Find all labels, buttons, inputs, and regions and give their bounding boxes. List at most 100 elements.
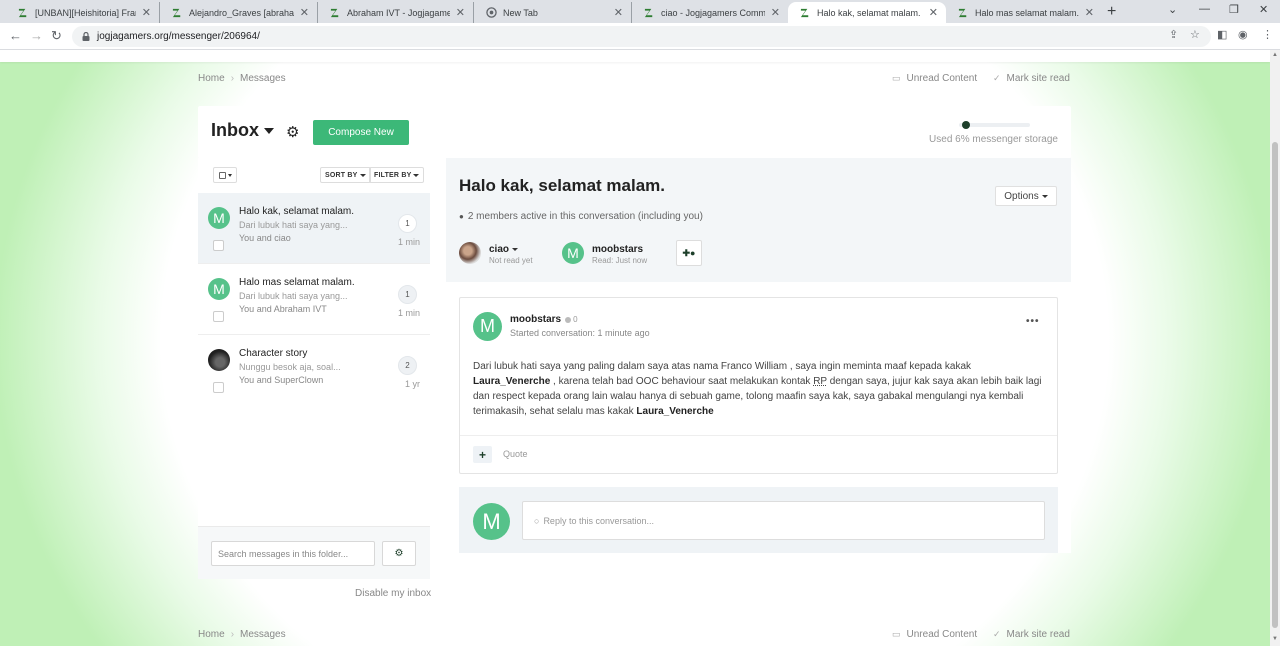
share-icon[interactable]: ⇪ [1169, 28, 1178, 41]
conversation-checkbox[interactable] [213, 382, 224, 393]
storage-usage-text: Used 6% messenger storage [929, 134, 1058, 145]
scroll-up-icon[interactable]: ▲ [1272, 52, 1278, 58]
browser-tab[interactable]: Halo mas selamat malam. - Jog ✕ [946, 2, 1102, 23]
add-participant-button[interactable]: ✚● [676, 240, 702, 266]
back-icon[interactable]: ← [9, 28, 22, 43]
side-panel-icon[interactable]: ◧ [1217, 28, 1227, 41]
filter-by-button[interactable]: FILTER BY [369, 167, 425, 183]
conversation-checkbox[interactable] [213, 240, 224, 251]
mark-site-read-link[interactable]: ✓ Mark site read [993, 629, 1070, 640]
participant-name[interactable]: moobstars [592, 244, 643, 255]
disable-inbox-link[interactable]: Disable my inbox [355, 588, 431, 599]
breadcrumb-messages[interactable]: Messages [240, 629, 286, 640]
close-icon[interactable]: ✕ [1085, 6, 1094, 19]
close-icon[interactable]: ✕ [456, 6, 465, 19]
breadcrumb-home[interactable]: Home [198, 73, 225, 84]
avatar[interactable]: M [473, 312, 502, 341]
breadcrumb-messages[interactable]: Messages [240, 73, 286, 84]
unread-content-link[interactable]: ▭ Unread Content [892, 629, 977, 640]
close-icon[interactable]: ✕ [142, 6, 151, 19]
reply-input[interactable]: ○ Reply to this conversation... [522, 501, 1045, 540]
avatar[interactable]: M [208, 207, 230, 229]
unread-content-link[interactable]: ▭ Unread Content [892, 73, 977, 84]
search-settings-gear-icon[interactable]: ⚙ [382, 541, 416, 566]
close-icon[interactable]: ✕ [771, 6, 780, 19]
conversation-checkbox[interactable] [213, 311, 224, 322]
close-icon[interactable]: ✕ [300, 6, 309, 19]
avatar[interactable] [208, 349, 230, 371]
avatar[interactable] [459, 242, 481, 264]
conversation-list-item[interactable]: Character story Nunggu besok aja, soal..… [198, 335, 430, 406]
options-button[interactable]: Options [995, 186, 1057, 206]
forward-icon[interactable]: → [30, 28, 43, 43]
tab-title: New Tab [503, 7, 538, 18]
reload-icon[interactable]: ↻ [51, 28, 62, 44]
user-mention[interactable]: Laura_Venerche [473, 376, 550, 387]
browser-tab[interactable]: [UNBAN][Heishitoria] Franco W ✕ [6, 2, 160, 23]
scroll-down-icon[interactable]: ▼ [1272, 636, 1278, 642]
conversation-title[interactable]: Character story [239, 348, 307, 359]
caret-down-icon[interactable] [512, 248, 519, 251]
restore-icon[interactable]: ❐ [1229, 3, 1239, 16]
jogjagamers-icon [644, 8, 653, 18]
breadcrumb: Home › Messages [198, 73, 286, 84]
mark-site-read-link[interactable]: ✓ Mark site read [993, 73, 1070, 84]
participant-name[interactable]: ciao [489, 244, 509, 255]
filter-by-label: FILTER BY [374, 171, 412, 179]
participant-status: Read: Just now [592, 256, 648, 265]
conversation-snippet: Dari lubuk hati saya yang... [239, 220, 348, 230]
gear-icon[interactable]: ⚙ [286, 123, 299, 141]
browser-tab-active[interactable]: Halo kak, selamat malam. ✕ [788, 2, 946, 23]
select-all-menu[interactable] [213, 167, 237, 183]
check-icon: ✓ [993, 73, 1001, 83]
url-field[interactable]: jogjagamers.org/messenger/206964/ [72, 26, 1211, 47]
close-icon[interactable]: ✕ [614, 6, 623, 19]
unread-content-label: Unread Content [906, 629, 978, 640]
quote-button[interactable]: Quote [503, 449, 528, 459]
tab-search-icon[interactable]: ⌄ [1168, 3, 1177, 16]
avatar[interactable]: M [562, 242, 584, 264]
browser-tab[interactable]: Alejandro_Graves [abrahamivt] ✕ [160, 2, 318, 23]
abbreviation: RP [813, 376, 827, 387]
close-icon[interactable]: ✕ [929, 6, 938, 19]
jogjagamers-icon [18, 8, 27, 18]
browser-tab[interactable]: Abraham IVT - Jogjagamers Co ✕ [318, 2, 474, 23]
avatar[interactable]: M [208, 278, 230, 300]
multiquote-plus-icon[interactable]: + [473, 446, 492, 463]
scrollbar-thumb[interactable] [1272, 142, 1278, 628]
chrome-menu-icon[interactable]: ⋮ [1262, 28, 1273, 41]
url-text: jogjagamers.org/messenger/206964/ [97, 31, 260, 42]
tab-title: Abraham IVT - Jogjagamers Co [347, 7, 450, 18]
inbox-title[interactable]: Inbox [211, 120, 259, 141]
user-icon: ● [459, 212, 464, 221]
window-close-icon[interactable]: ✕ [1259, 3, 1268, 16]
conversation-list-item[interactable]: M Halo kak, selamat malam. Dari lubuk ha… [198, 193, 430, 264]
message-author[interactable]: moobstars [510, 314, 561, 325]
sort-by-button[interactable]: SORT BY [320, 167, 371, 183]
conversation-title[interactable]: Halo mas selamat malam. [239, 277, 355, 288]
user-mention[interactable]: Laura_Venerche [636, 406, 713, 417]
compose-new-button[interactable]: Compose New [313, 120, 409, 145]
browser-tab[interactable]: New Tab ✕ [474, 2, 632, 23]
new-tab-icon[interactable]: + [1107, 3, 1116, 21]
folder-search-input[interactable]: Search messages in this folder... [211, 541, 375, 566]
minimize-icon[interactable]: — [1199, 3, 1210, 15]
browser-tab[interactable]: ciao - Jogjagamers Community ✕ [632, 2, 788, 23]
conversation-title[interactable]: Halo kak, selamat malam. [239, 206, 354, 217]
conversation-list-item[interactable]: M Halo mas selamat malam. Dari lubuk hat… [198, 264, 430, 335]
breadcrumb-bottom: Home › Messages [198, 629, 286, 640]
jogjagamers-icon [172, 8, 181, 18]
page-scrollbar[interactable]: ▲ ▼ [1270, 50, 1280, 646]
tab-title: Halo mas selamat malam. - Jog [975, 7, 1079, 18]
caret-down-icon [227, 173, 232, 177]
lock-icon [82, 32, 90, 41]
inbox-dropdown-icon[interactable] [264, 128, 274, 134]
bookmark-star-icon[interactable]: ☆ [1190, 28, 1200, 41]
mark-site-read-label: Mark site read [1006, 73, 1070, 84]
breadcrumb-home[interactable]: Home [198, 629, 225, 640]
profile-icon[interactable]: ◉ [1238, 28, 1248, 41]
more-options-icon[interactable]: ••• [1026, 316, 1040, 327]
browser-tab-strip: [UNBAN][Heishitoria] Franco W ✕ Alejandr… [0, 0, 1280, 23]
message-card: M moobstars 0 Started conversation: 1 mi… [459, 297, 1058, 474]
folder-search-area: Search messages in this folder... ⚙ [198, 526, 430, 579]
